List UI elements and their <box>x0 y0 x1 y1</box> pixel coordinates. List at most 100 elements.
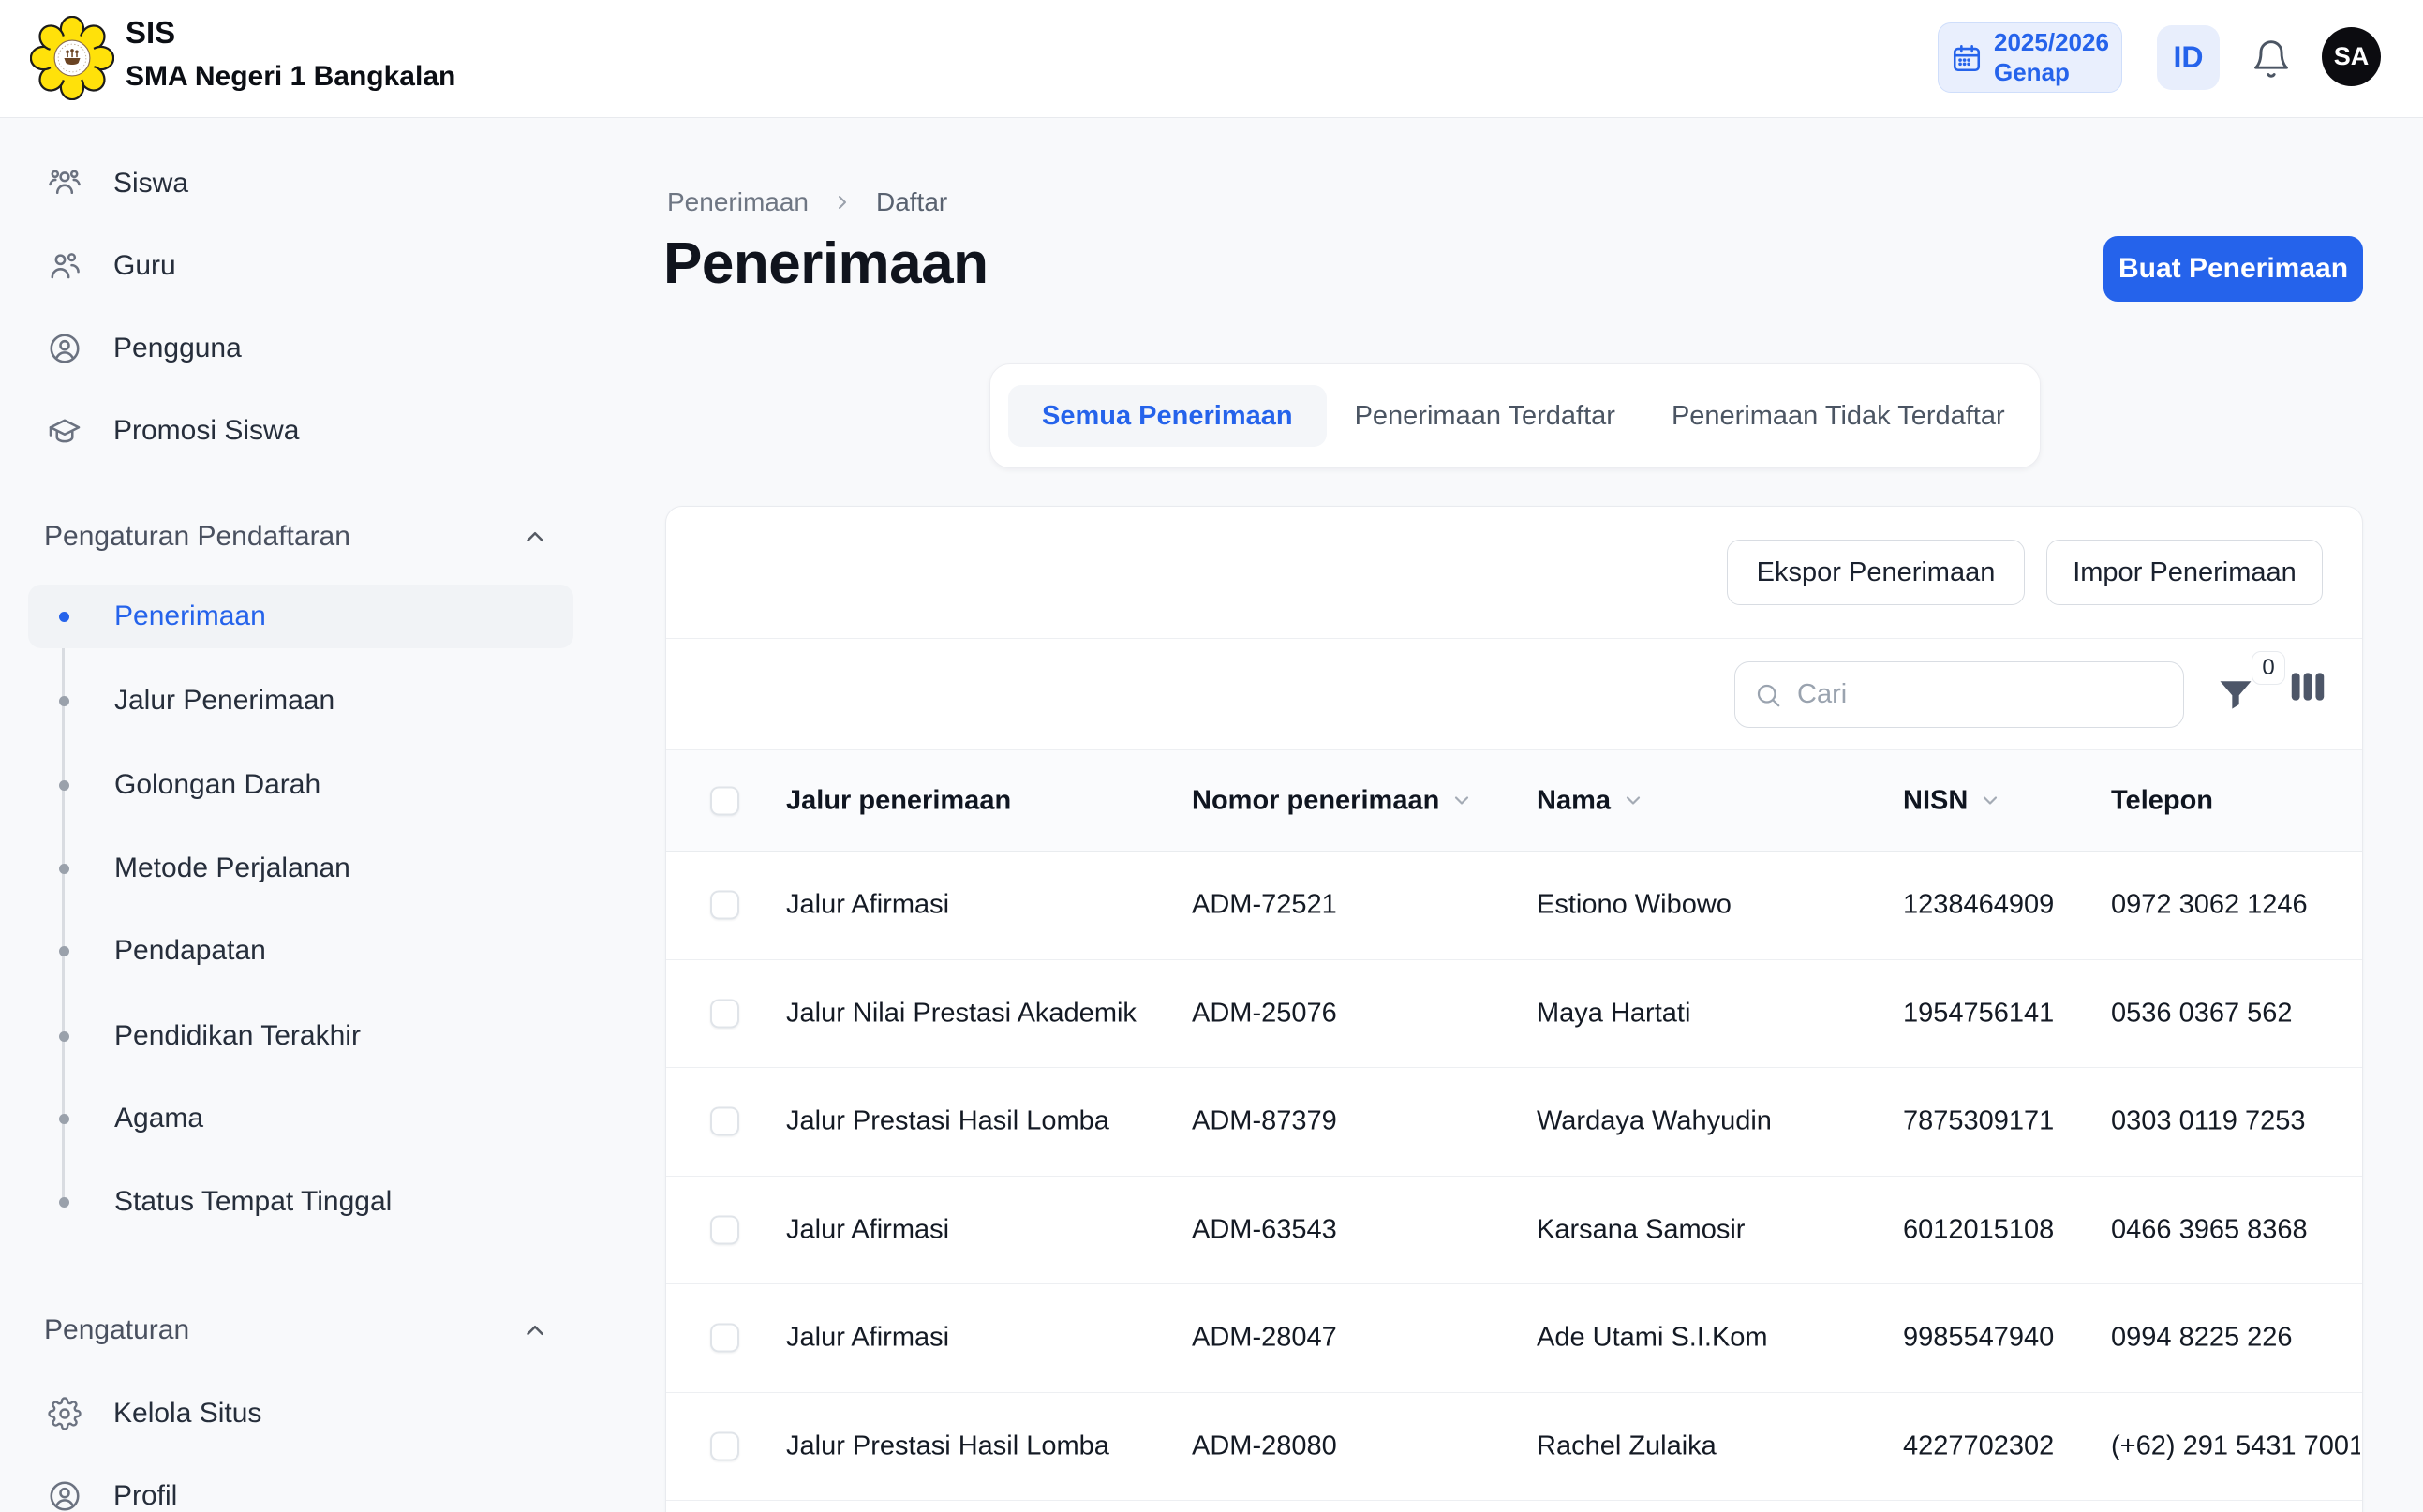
section-pengaturan[interactable]: Pengaturan <box>44 1312 573 1349</box>
sidebar-item-promosi-siswa[interactable]: Promosi Siswa <box>28 402 573 460</box>
sidebar-item-siswa[interactable]: Siswa <box>28 155 573 213</box>
sidebar-item-kelola-situs[interactable]: Kelola Situs <box>28 1385 573 1443</box>
column-header-nomor[interactable]: Nomor penerimaan <box>1192 785 1473 816</box>
sidebar-item-label: Profil <box>113 1480 177 1512</box>
sort-chevron-icon[interactable] <box>1622 790 1644 812</box>
row-checkbox[interactable] <box>710 891 739 920</box>
cell-telepon: 0303 0119 7253 <box>2111 1106 2360 1137</box>
academic-year-selector[interactable]: 2025/2026 Genap <box>1938 22 2122 93</box>
chevron-up-icon <box>521 523 549 551</box>
calendar-icon <box>1951 42 1983 74</box>
sidebar-item-label: Pengguna <box>113 333 242 364</box>
sidebar-item-label: Kelola Situs <box>113 1398 261 1430</box>
cell-nisn: 1954756141 <box>1903 998 2054 1029</box>
notification-bell-icon[interactable] <box>2251 38 2292 80</box>
column-header-nama[interactable]: Nama <box>1537 785 1644 816</box>
students-icon <box>48 167 82 200</box>
row-checkbox[interactable] <box>710 1215 739 1244</box>
search-input[interactable] <box>1797 679 2164 710</box>
table-row[interactable]: Jalur Prestasi Hasil Lomba ADM-87379 War… <box>666 1068 2362 1177</box>
tabs-bar: Semua Penerimaan Penerimaan Terdaftar Pe… <box>989 363 2041 468</box>
tab-semua-penerimaan[interactable]: Semua Penerimaan <box>1008 385 1327 447</box>
table-header-row: Jalur penerimaan Nomor penerimaan Nama N… <box>666 750 2362 852</box>
table-row[interactable]: Jalur Afirmasi ADM-72521 Estiono Wibowo … <box>666 852 2362 960</box>
table-row[interactable]: Jalur Nilai Prestasi Akademik ADM-25076 … <box>666 960 2362 1069</box>
columns-icon[interactable] <box>2287 666 2328 707</box>
sidebar-item-label: Guru <box>113 250 176 282</box>
table-search-row: 0 <box>666 638 2362 750</box>
cell-nisn: 9985547940 <box>1903 1323 2054 1354</box>
sidebar-item-label: Agama <box>114 1103 203 1134</box>
filter-funnel-icon[interactable] <box>2215 666 2256 722</box>
sidebar-item-status-tempat-tinggal[interactable]: Status Tempat Tinggal <box>28 1173 573 1231</box>
cell-jalur: Jalur Afirmasi <box>786 890 949 921</box>
language-badge[interactable]: ID <box>2157 25 2220 90</box>
sidebar-item-label: Promosi Siswa <box>113 415 299 447</box>
sidebar-item-label: Siswa <box>113 168 188 200</box>
search-field[interactable] <box>1734 661 2184 728</box>
cell-nama: Maya Hartati <box>1537 998 1690 1029</box>
cell-nisn: 6012015108 <box>1903 1214 2054 1245</box>
select-all-checkbox[interactable] <box>710 786 739 815</box>
school-logo-icon <box>30 16 114 100</box>
sort-chevron-icon[interactable] <box>1979 790 2001 812</box>
sort-chevron-icon[interactable] <box>1450 790 1473 812</box>
cell-telepon: (+62) 291 5431 7001 <box>2111 1430 2360 1461</box>
cell-nomor: ADM-25076 <box>1192 998 1337 1029</box>
bullet-icon <box>59 946 69 956</box>
cell-jalur: Jalur Afirmasi <box>786 1214 949 1245</box>
brand: SIS SMA Negeri 1 Bangkalan <box>126 14 455 94</box>
page-title: Penerimaan <box>663 230 989 297</box>
column-header-telepon: Telepon <box>2111 785 2360 816</box>
sidebar-item-pendidikan-terakhir[interactable]: Pendidikan Terakhir <box>28 1007 573 1065</box>
bullet-icon <box>59 612 69 622</box>
cell-telepon: 0994 8225 226 <box>2111 1323 2360 1354</box>
cell-nama: Estiono Wibowo <box>1537 890 1732 921</box>
search-icon <box>1754 681 1782 709</box>
admissions-table-card: Ekspor Penerimaan Impor Penerimaan 0 <box>665 506 2363 1512</box>
column-header-nisn[interactable]: NISN <box>1903 785 2001 816</box>
sidebar-item-guru[interactable]: Guru <box>28 237 573 295</box>
user-avatar[interactable]: SA <box>2322 27 2381 86</box>
cell-nisn: 7875309171 <box>1903 1106 2054 1137</box>
chevron-right-icon <box>831 191 854 214</box>
row-checkbox[interactable] <box>710 1324 739 1353</box>
bullet-icon <box>59 780 69 791</box>
export-admissions-button[interactable]: Ekspor Penerimaan <box>1727 540 2025 605</box>
create-admission-button[interactable]: Buat Penerimaan <box>2103 236 2363 302</box>
sidebar-item-profil[interactable]: Profil <box>28 1467 573 1512</box>
row-checkbox[interactable] <box>710 1431 739 1460</box>
cell-nomor: ADM-28047 <box>1192 1323 1337 1354</box>
sidebar-item-agama[interactable]: Agama <box>28 1090 573 1148</box>
bullet-icon <box>59 696 69 706</box>
sidebar-item-pendapatan[interactable]: Pendapatan <box>28 922 573 980</box>
tab-penerimaan-terdaftar[interactable]: Penerimaan Terdaftar <box>1327 385 1643 447</box>
table-row[interactable]: Jalur Afirmasi ADM-28047 Ade Utami S.I.K… <box>666 1284 2362 1393</box>
sidebar-item-jalur-penerimaan[interactable]: Jalur Penerimaan <box>28 672 573 730</box>
sidebar-item-pengguna[interactable]: Pengguna <box>28 319 573 378</box>
row-checkbox[interactable] <box>710 1107 739 1136</box>
sidebar-item-metode-perjalanan[interactable]: Metode Perjalanan <box>28 839 573 897</box>
import-admissions-button[interactable]: Impor Penerimaan <box>2046 540 2323 605</box>
user-circle-icon <box>48 332 82 365</box>
sidebar-item-penerimaan[interactable]: Penerimaan <box>28 585 573 648</box>
gear-icon <box>48 1397 82 1430</box>
table-row[interactable]: Jalur Afirmasi ADM-63543 Karsana Samosir… <box>666 1177 2362 1285</box>
tab-penerimaan-tidak-terdaftar[interactable]: Penerimaan Tidak Terdaftar <box>1643 385 2033 447</box>
bullet-icon <box>59 864 69 874</box>
sidebar-item-golongan-darah[interactable]: Golongan Darah <box>28 756 573 814</box>
chevron-up-icon <box>521 1316 549 1344</box>
profile-icon <box>48 1479 82 1512</box>
cell-nama: Ade Utami S.I.Kom <box>1537 1323 1768 1354</box>
cell-jalur: Jalur Prestasi Hasil Lomba <box>786 1430 1109 1461</box>
table-row[interactable]: Jalur Prestasi Hasil Lomba ADM-28080 Rac… <box>666 1393 2362 1502</box>
sidebar-item-label: Penerimaan <box>114 600 266 632</box>
section-pengaturan-pendaftaran[interactable]: Pengaturan Pendaftaran <box>44 518 573 556</box>
sidebar-item-label: Golongan Darah <box>114 769 320 801</box>
cell-nomor: ADM-63543 <box>1192 1214 1337 1245</box>
sidebar-item-label: Pendapatan <box>114 935 266 967</box>
row-checkbox[interactable] <box>710 999 739 1028</box>
section-label: Pengaturan <box>44 1314 189 1346</box>
breadcrumb-root[interactable]: Penerimaan <box>667 187 809 217</box>
school-name: SMA Negeri 1 Bangkalan <box>126 59 455 95</box>
